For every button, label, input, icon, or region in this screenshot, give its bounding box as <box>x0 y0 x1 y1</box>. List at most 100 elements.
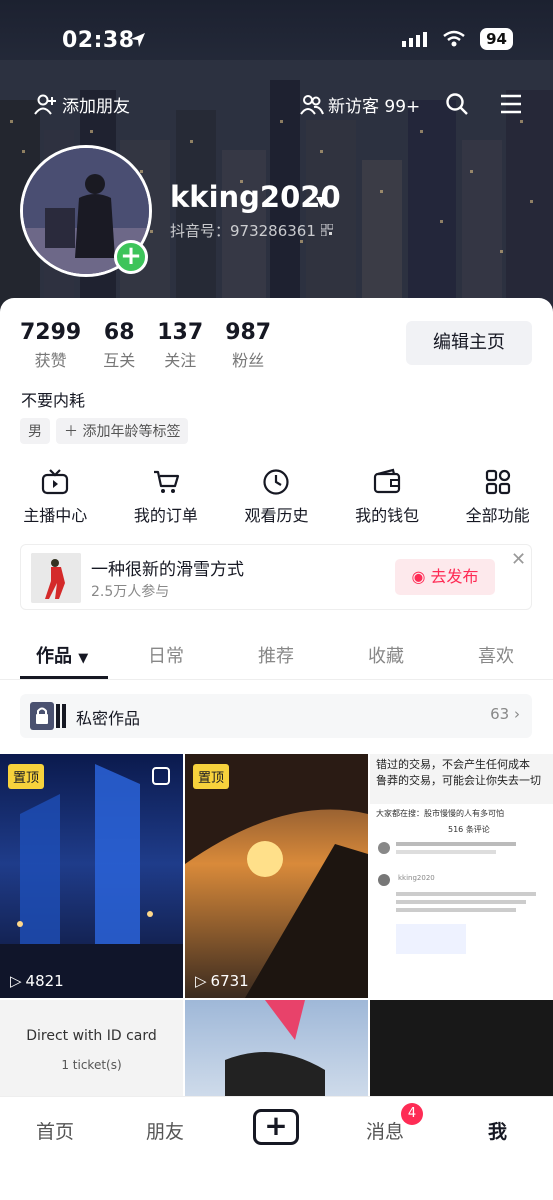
nav-home[interactable]: 首页 <box>36 1117 74 1144</box>
stat-label: 互关 <box>103 351 136 370</box>
hamburger-menu-icon <box>501 94 521 114</box>
clock-icon <box>263 469 290 495</box>
stat-label: 关注 <box>164 351 197 370</box>
gender-tag[interactable]: 男 <box>20 418 50 444</box>
night-skyscraper-image <box>0 764 183 998</box>
feature-my-wallet[interactable]: 我的钱包 <box>332 468 443 526</box>
profile-stats: 7299 获赞 68 互关 137 关注 987 粉丝 <box>20 320 293 371</box>
profile-header: 02:38 94 添加朋友 新访客 99+ + kking2020 ▼ 抖音号：… <box>0 0 553 330</box>
add-avatar-badge[interactable]: + <box>114 240 148 274</box>
play-count: ▷ 4070 <box>380 972 434 990</box>
play-icon: ▷ <box>195 972 207 990</box>
multi-photo-icon <box>152 767 170 785</box>
status-bar: 02:38 94 <box>0 0 553 80</box>
edit-profile-button[interactable]: 编辑主页 <box>406 321 532 365</box>
nav-messages[interactable]: 消息 <box>366 1117 404 1144</box>
stat-value: 68 <box>103 320 135 345</box>
promo-participants: 2.5万人参与 <box>91 584 170 600</box>
menu-button[interactable] <box>500 94 522 118</box>
profile-tags: 男 ＋ 添加年龄等标签 <box>20 418 189 444</box>
feature-watch-history[interactable]: 观看历史 <box>221 468 332 526</box>
sunset-car-window-image <box>185 754 368 998</box>
challenge-promo-card[interactable]: 一种很新的滑雪方式 2.5万人参与 ◉ 去发布 ✕ <box>20 544 532 610</box>
status-time: 02:38 <box>62 28 135 53</box>
inner-screenshot: 大家都在搜：股市慢慢的人有多可怕 516 条评论 kking2020 <box>370 804 553 998</box>
content-tabs: 作品 ▼ 日常 推荐 收藏 喜欢 <box>0 634 553 680</box>
tv-icon <box>42 469 69 495</box>
camera-icon: ◉ <box>411 567 426 586</box>
wallet-icon <box>373 468 401 494</box>
wifi-icon <box>443 30 465 47</box>
video-thumbnail[interactable]: 置顶 ▷ 6731 <box>185 754 368 998</box>
profile-bio: 不要内耗 <box>21 391 86 410</box>
feature-label: 观看历史 <box>244 506 309 525</box>
stat-value: 137 <box>157 320 204 345</box>
video-thumbnail[interactable]: 置顶 ▷ 4821 <box>0 754 183 998</box>
add-age-tag-button[interactable]: ＋ 添加年龄等标签 <box>56 418 189 444</box>
profile-top-nav: 添加朋友 新访客 99+ <box>0 88 553 124</box>
skier-image <box>31 553 81 603</box>
play-count-value: 6731 <box>210 972 249 990</box>
nav-me[interactable]: 我 <box>488 1117 507 1144</box>
feature-label: 我的订单 <box>133 506 198 525</box>
stat-following[interactable]: 137 关注 <box>157 320 203 371</box>
paraglider-image <box>225 1000 325 1100</box>
stat-label: 粉丝 <box>232 351 265 370</box>
tab-likes[interactable]: 喜欢 <box>478 642 514 668</box>
create-button[interactable]: + <box>253 1109 299 1145</box>
add-friend-button[interactable]: 添加朋友 <box>34 92 130 117</box>
add-age-tag-label: 添加年龄等标签 <box>82 424 181 440</box>
profile-card: 7299 获赞 68 互关 137 关注 987 粉丝 编辑主页 不要内耗 男 ＋ 添加… <box>0 298 553 1200</box>
feature-streamer-center[interactable]: 主播中心 <box>0 468 111 526</box>
stat-likes[interactable]: 7299 获赞 <box>20 320 81 371</box>
new-visitors-label: 新访客 99+ <box>328 97 421 117</box>
caption-line: 鲁莽的交易，可能会让你失去一切 <box>376 774 541 787</box>
search-button[interactable] <box>445 92 469 120</box>
private-works-count-value: 63 <box>490 705 510 723</box>
video-thumbnail[interactable]: 错过的交易，不会产生任何成本 鲁莽的交易，可能会让你失去一切 大家都在搜：股市慢… <box>370 754 553 998</box>
feature-all-functions[interactable]: 全部功能 <box>442 468 553 526</box>
caption-line: 错过的交易，不会产生任何成本 <box>376 758 530 771</box>
tab-favorites[interactable]: 收藏 <box>368 642 404 668</box>
search-icon <box>446 93 468 115</box>
cart-icon <box>153 470 179 493</box>
tab-recommend[interactable]: 推荐 <box>258 642 294 668</box>
video-thumbnail[interactable] <box>370 1000 553 1100</box>
stat-followers[interactable]: 987 粉丝 <box>225 320 271 371</box>
tab-works[interactable]: 作品 ▼ <box>36 642 88 668</box>
play-icon: ▷ <box>10 972 22 990</box>
promo-title: 一种很新的滑雪方式 <box>91 560 244 580</box>
location-arrow-icon <box>131 33 145 47</box>
pinned-badge: 置顶 <box>193 764 230 789</box>
qr-code-icon <box>320 223 334 237</box>
private-works-label: 私密作品 <box>76 709 141 728</box>
inner-search-title: 大家都在搜：股市慢慢的人有多可怕 <box>376 809 504 818</box>
tab-daily[interactable]: 日常 <box>148 642 184 668</box>
stat-label: 获赞 <box>34 351 67 370</box>
cellular-signal-icon <box>402 32 428 47</box>
play-icon: ▷ <box>380 972 392 990</box>
close-icon[interactable]: ✕ <box>511 549 526 570</box>
feature-my-orders[interactable]: 我的订单 <box>111 468 222 526</box>
visitors-icon <box>300 94 324 115</box>
battery-indicator: 94 <box>480 28 513 50</box>
tab-works-label: 作品 <box>36 646 72 667</box>
nav-friends[interactable]: 朋友 <box>146 1117 184 1144</box>
video-thumbnail[interactable]: Direct with ID card 1 ticket(s) <box>0 1000 183 1100</box>
douyin-id[interactable]: 抖音号：973286361 <box>170 220 334 241</box>
feature-label: 全部功能 <box>465 506 530 525</box>
video-thumbnail[interactable] <box>185 1000 368 1100</box>
account-switch-icon[interactable]: ▼ <box>316 194 327 210</box>
lock-folder-icon <box>30 702 66 730</box>
private-works-row[interactable]: 私密作品 63 › <box>20 694 532 738</box>
go-publish-button[interactable]: ◉ 去发布 <box>395 559 495 595</box>
pinned-badge: 置顶 <box>8 764 45 789</box>
play-count: ▷ 4821 <box>10 972 64 990</box>
stat-mutual[interactable]: 68 互关 <box>103 320 135 371</box>
add-friend-label: 添加朋友 <box>62 97 130 117</box>
play-count: ▷ 6731 <box>195 972 249 990</box>
new-visitors-button[interactable]: 新访客 99+ <box>300 92 420 117</box>
bottom-nav: 首页 朋友 + 消息 4 我 <box>0 1096 553 1200</box>
promo-thumbnail <box>31 553 81 603</box>
private-works-count: 63 › <box>490 705 520 723</box>
